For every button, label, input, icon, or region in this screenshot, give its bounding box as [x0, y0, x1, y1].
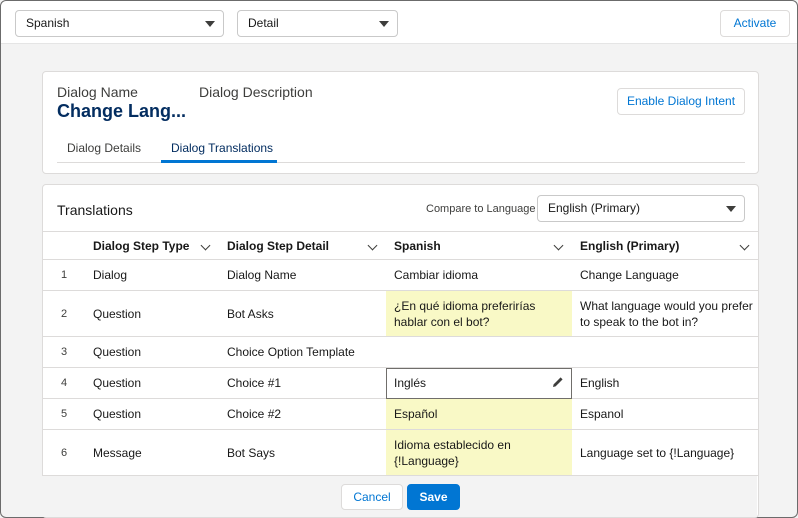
step-detail-cell: Choice #2 — [219, 398, 386, 430]
english-cell: What language would you prefer to speak … — [572, 290, 758, 337]
column-header-step-type[interactable]: Dialog Step Type — [85, 231, 219, 260]
save-button[interactable]: Save — [407, 484, 460, 510]
english-cell — [572, 336, 758, 368]
pencil-icon[interactable] — [552, 376, 564, 388]
row-number: 2 — [43, 290, 85, 337]
view-select[interactable]: Detail — [237, 10, 398, 37]
caret-down-icon — [726, 206, 736, 212]
step-type-cell: Question — [85, 336, 219, 368]
step-type-cell: Message — [85, 429, 219, 476]
compare-language-select[interactable]: English (Primary) — [537, 195, 745, 222]
caret-down-icon — [205, 21, 215, 27]
step-detail-cell: Choice Option Template — [219, 336, 386, 368]
enable-dialog-intent-button[interactable]: Enable Dialog Intent — [617, 88, 745, 115]
table-row: 2 Question Bot Asks ¿En qué idioma prefe… — [43, 290, 758, 337]
step-type-cell: Question — [85, 290, 219, 337]
dialog-name-label: Dialog Name — [57, 84, 138, 100]
table-row: 5 Question Choice #2 Español Espanol — [43, 398, 758, 430]
translations-title: Translations — [57, 202, 133, 218]
activate-button[interactable]: Activate — [720, 10, 790, 37]
step-detail-cell: Bot Says — [219, 429, 386, 476]
chevron-down-icon[interactable] — [553, 240, 564, 251]
row-number-header — [43, 231, 85, 260]
spanish-cell-value: Inglés — [394, 376, 427, 390]
table-row: 6 Message Bot Says Idioma establecido en… — [43, 429, 758, 476]
english-cell: English — [572, 367, 758, 399]
language-select-value: Spanish — [26, 16, 70, 30]
top-toolbar: Spanish Detail Activate — [1, 1, 797, 44]
dialog-tabs: Dialog Details Dialog Translations — [57, 129, 745, 163]
tab-dialog-translations[interactable]: Dialog Translations — [171, 141, 273, 155]
row-number: 1 — [43, 259, 85, 291]
chevron-down-icon[interactable] — [200, 240, 211, 251]
active-tab-indicator — [161, 160, 277, 163]
dialog-name-value: Change Lang... — [57, 101, 187, 121]
dialog-header-card: Dialog Name Change Lang... Dialog Descri… — [42, 71, 759, 174]
compare-language-label: Compare to Language — [426, 203, 536, 215]
english-cell: Change Language — [572, 259, 758, 291]
table-row: 3 Question Choice Option Template — [43, 336, 758, 368]
spanish-cell[interactable]: Idioma establecido en {!Language} — [386, 429, 572, 476]
tab-dialog-details[interactable]: Dialog Details — [67, 141, 141, 155]
step-type-cell: Question — [85, 367, 219, 399]
row-number: 5 — [43, 398, 85, 430]
caret-down-icon — [379, 21, 389, 27]
spanish-cell[interactable] — [386, 336, 572, 368]
dialog-description-label: Dialog Description — [199, 84, 313, 100]
english-cell: Espanol — [572, 398, 758, 430]
compare-language-value: English (Primary) — [548, 201, 641, 215]
row-number: 3 — [43, 336, 85, 368]
row-number: 6 — [43, 429, 85, 476]
footer-bar: Cancel Save — [42, 475, 757, 517]
column-header-spanish[interactable]: Spanish — [386, 231, 572, 260]
view-select-value: Detail — [248, 16, 279, 30]
translations-card: Translations Compare to Language English… — [42, 184, 759, 518]
column-header-step-detail[interactable]: Dialog Step Detail — [219, 231, 386, 260]
step-type-cell: Question — [85, 398, 219, 430]
chevron-down-icon[interactable] — [739, 240, 750, 251]
step-detail-cell: Dialog Name — [219, 259, 386, 291]
step-detail-cell: Bot Asks — [219, 290, 386, 337]
table-row: 1 Dialog Dialog Name Cambiar idioma Chan… — [43, 259, 758, 291]
spanish-cell[interactable]: Español — [386, 398, 572, 430]
column-header-english[interactable]: English (Primary) — [572, 231, 758, 260]
translations-table: Dialog Step Type Dialog Step Detail Span… — [43, 231, 758, 476]
step-type-cell: Dialog — [85, 259, 219, 291]
spanish-edit-cell[interactable]: Inglés — [386, 367, 572, 399]
language-select[interactable]: Spanish — [15, 10, 224, 37]
step-detail-cell: Choice #1 — [219, 367, 386, 399]
chevron-down-icon[interactable] — [367, 240, 378, 251]
spanish-cell[interactable]: ¿En qué idioma preferirías hablar con el… — [386, 290, 572, 337]
cancel-button[interactable]: Cancel — [341, 484, 403, 510]
table-row: 4 Question Choice #1 Inglés English — [43, 367, 758, 399]
row-number: 4 — [43, 367, 85, 399]
spanish-cell[interactable]: Cambiar idioma — [386, 259, 572, 291]
english-cell: Language set to {!Language} — [572, 429, 758, 476]
table-header-row: Dialog Step Type Dialog Step Detail Span… — [43, 231, 758, 260]
